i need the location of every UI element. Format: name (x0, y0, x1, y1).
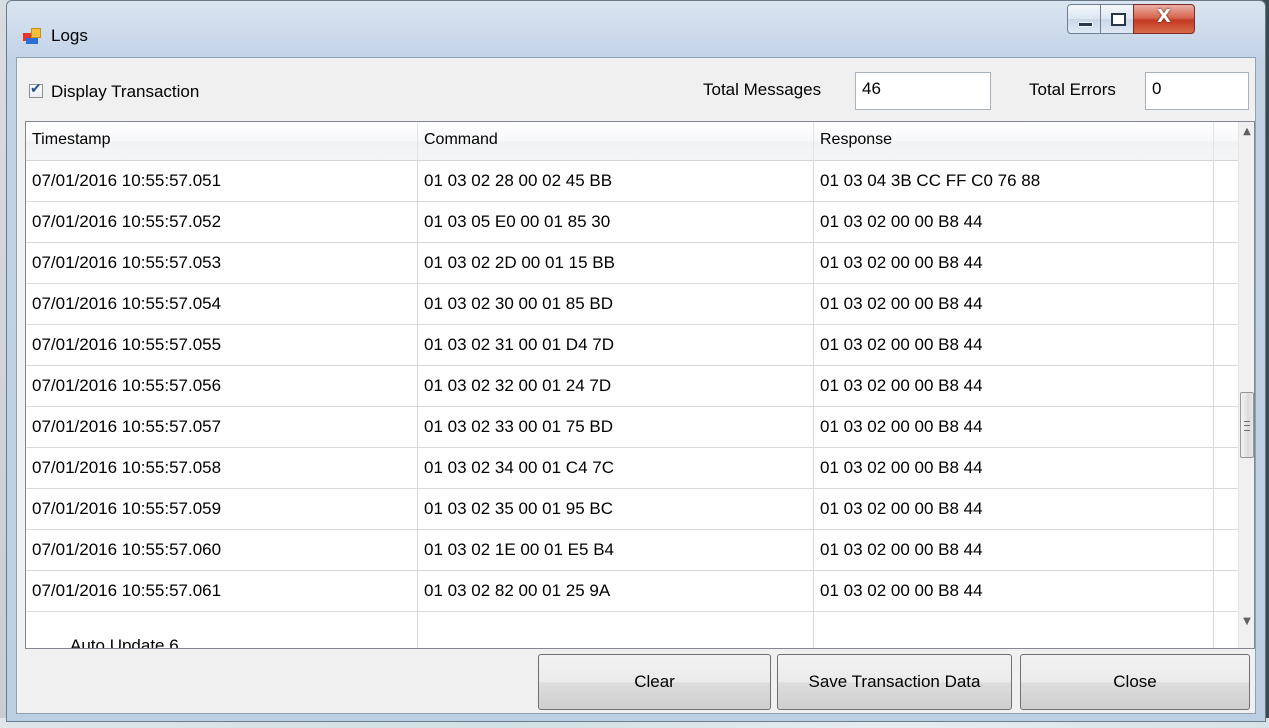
transaction-log-table[interactable]: Timestamp Command Response 07/01/2016 10… (25, 121, 1255, 649)
command-cell: 01 03 02 82 00 01 25 9A (418, 570, 814, 611)
timestamp-cell: 07/01/2016 10:55:57.058 (26, 447, 418, 488)
close-window-button[interactable]: X (1133, 4, 1195, 34)
command-cell: 01 03 02 31 00 01 D4 7D (418, 324, 814, 365)
command-cell: 01 03 02 34 00 01 C4 7C (418, 447, 814, 488)
table-row[interactable]: 07/01/2016 10:55:57.058 01 03 02 34 00 0… (26, 447, 1240, 489)
response-cell: 01 03 02 00 00 B8 44 (814, 529, 1214, 570)
maximize-icon (1111, 13, 1126, 26)
response-cell (814, 610, 1214, 648)
command-cell: 01 03 02 33 00 01 75 BD (418, 406, 814, 447)
close-button[interactable]: Close (1020, 654, 1250, 710)
table-header: Timestamp Command Response (26, 122, 1240, 161)
command-cell: 01 03 02 35 00 01 95 BC (418, 488, 814, 529)
table-row[interactable]: 07/01/2016 10:55:57.053 01 03 02 2D 00 0… (26, 242, 1240, 284)
display-transaction-checkbox[interactable]: ✔ (29, 81, 43, 98)
table-row[interactable]: 07/01/2016 10:55:57.060 01 03 02 1E 00 0… (26, 529, 1240, 571)
command-cell: 01 03 02 28 00 02 45 BB (418, 160, 814, 201)
minimize-icon (1078, 22, 1093, 27)
timestamp-cell: 07/01/2016 10:55:57.053 (26, 242, 418, 283)
scroll-down-arrow-icon[interactable]: ▼ (1239, 616, 1254, 634)
timestamp-cell: 07/01/2016 10:55:57.059 (26, 488, 418, 529)
scrollbar-thumb[interactable] (1240, 392, 1254, 458)
window-title: Logs (51, 26, 88, 45)
total-messages-field[interactable]: 46 (855, 72, 991, 110)
table-row[interactable]: 07/01/2016 10:55:57.057 01 03 02 33 00 0… (26, 406, 1240, 448)
column-header-response[interactable]: Response (814, 122, 1214, 160)
scroll-up-arrow-icon[interactable]: ▲ (1239, 126, 1254, 144)
button-bar: Clear Save Transaction Data Close (17, 650, 1255, 714)
timestamp-cell: 07/01/2016 10:55:57.051 (26, 160, 418, 201)
total-errors-label: Total Errors (1029, 80, 1116, 99)
command-cell: 01 03 02 1E 00 01 E5 B4 (418, 529, 814, 570)
response-cell: 01 03 02 00 00 B8 44 (814, 201, 1214, 242)
response-cell: 01 03 02 00 00 B8 44 (814, 406, 1214, 447)
table-row-partial[interactable]: Auto Update 6 (26, 610, 1240, 649)
table-row[interactable]: 07/01/2016 10:55:57.052 01 03 05 E0 00 0… (26, 201, 1240, 243)
total-messages-label: Total Messages (703, 80, 822, 99)
clear-button[interactable]: Clear (538, 654, 771, 710)
timestamp-cell: 07/01/2016 10:55:57.060 (26, 529, 418, 570)
total-errors-field[interactable]: 0 (1145, 72, 1249, 110)
command-cell: 01 03 05 E0 00 01 85 30 (418, 201, 814, 242)
client-area: ✔ Display Transaction Total Messages 46 … (16, 57, 1256, 714)
response-cell: 01 03 02 00 00 B8 44 (814, 242, 1214, 283)
vertical-scrollbar[interactable]: ▲ ▼ (1238, 122, 1254, 648)
grip-icon (1244, 421, 1250, 431)
maximize-button[interactable] (1100, 4, 1134, 34)
table-row[interactable]: 07/01/2016 10:55:57.051 01 03 02 28 00 0… (26, 160, 1240, 202)
response-cell: 01 03 02 00 00 B8 44 (814, 488, 1214, 529)
logs-window: Logs X ✔ Display Transaction Total Messa… (6, 0, 1266, 722)
title-bar[interactable]: Logs X (7, 1, 1265, 57)
response-cell: 01 03 02 00 00 B8 44 (814, 283, 1214, 324)
timestamp-cell: 07/01/2016 10:55:57.054 (26, 283, 418, 324)
table-row[interactable]: 07/01/2016 10:55:57.054 01 03 02 30 00 0… (26, 283, 1240, 325)
timestamp-cell: 07/01/2016 10:55:57.055 (26, 324, 418, 365)
table-row[interactable]: 07/01/2016 10:55:57.059 01 03 02 35 00 0… (26, 488, 1240, 530)
command-cell: 01 03 02 30 00 01 85 BD (418, 283, 814, 324)
command-cell: 01 03 02 32 00 01 24 7D (418, 365, 814, 406)
response-cell: 01 03 02 00 00 B8 44 (814, 324, 1214, 365)
timestamp-cell: 07/01/2016 10:55:57.052 (26, 201, 418, 242)
timestamp-cell: 07/01/2016 10:55:57.061 (26, 570, 418, 611)
partial-row-text: Auto Update 6 (70, 636, 179, 649)
response-cell: 01 03 02 00 00 B8 44 (814, 447, 1214, 488)
response-cell: 01 03 04 3B CC FF C0 76 88 (814, 160, 1214, 201)
column-header-timestamp[interactable]: Timestamp (26, 122, 418, 160)
display-transaction-label[interactable]: Display Transaction (51, 82, 199, 102)
app-window-icon (23, 28, 41, 44)
checkmark-icon: ✔ (30, 81, 42, 97)
save-transaction-data-button[interactable]: Save Transaction Data (777, 654, 1012, 710)
close-icon: X (1157, 6, 1171, 27)
timestamp-cell: Auto Update 6 (26, 610, 418, 649)
table-row[interactable]: 07/01/2016 10:55:57.056 01 03 02 32 00 0… (26, 365, 1240, 407)
column-header-command[interactable]: Command (418, 122, 814, 160)
minimize-button[interactable] (1067, 4, 1101, 34)
command-cell (418, 610, 814, 648)
toolbar: ✔ Display Transaction Total Messages 46 … (17, 58, 1255, 121)
response-cell: 01 03 02 00 00 B8 44 (814, 570, 1214, 611)
table-row[interactable]: 07/01/2016 10:55:57.055 01 03 02 31 00 0… (26, 324, 1240, 366)
command-cell: 01 03 02 2D 00 01 15 BB (418, 242, 814, 283)
table-row[interactable]: 07/01/2016 10:55:57.061 01 03 02 82 00 0… (26, 570, 1240, 612)
timestamp-cell: 07/01/2016 10:55:57.057 (26, 406, 418, 447)
timestamp-cell: 07/01/2016 10:55:57.056 (26, 365, 418, 406)
response-cell: 01 03 02 00 00 B8 44 (814, 365, 1214, 406)
